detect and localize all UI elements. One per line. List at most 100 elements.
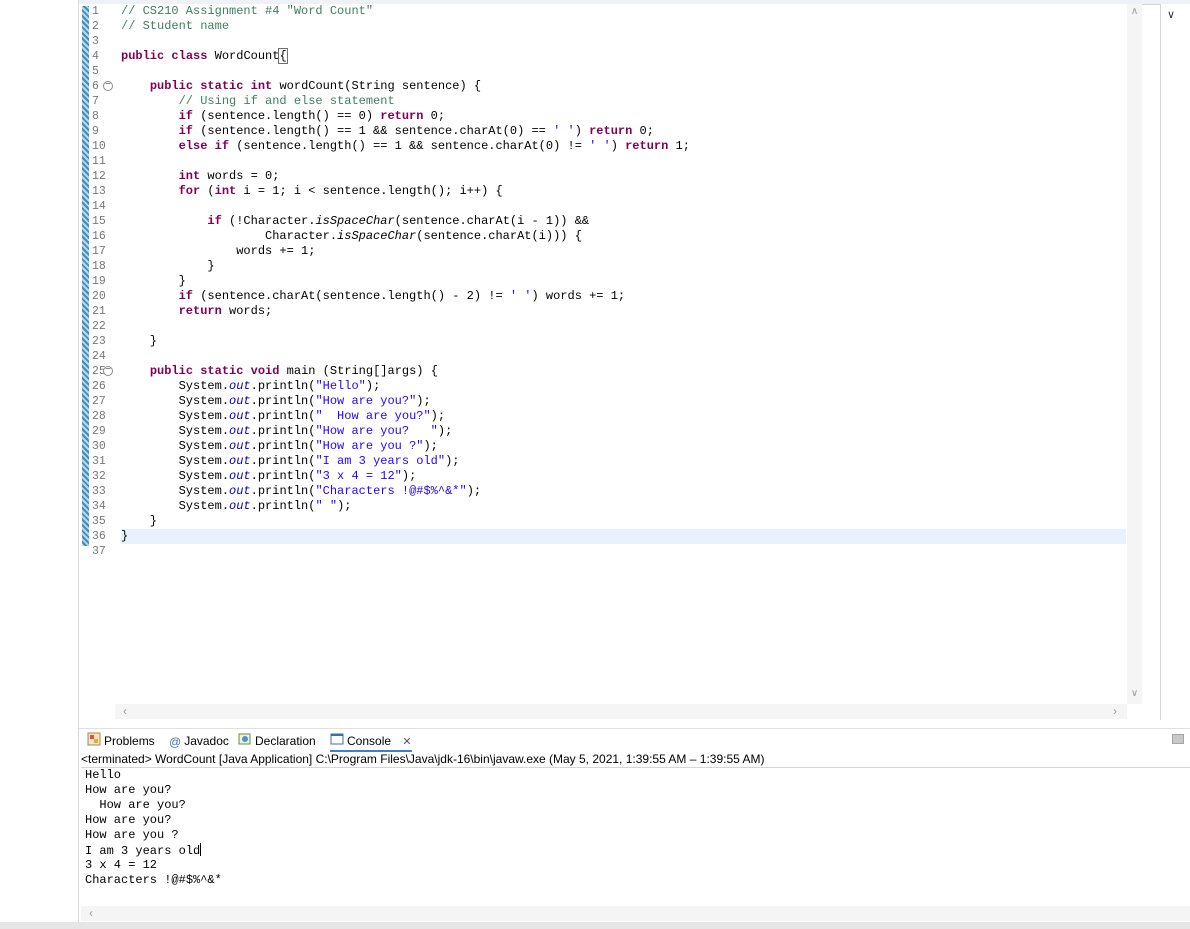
code-token: } [121, 259, 215, 273]
line-number: 15 [89, 214, 115, 229]
package-explorer-strip [0, 0, 79, 929]
line-number: 10 [89, 139, 115, 154]
code-line[interactable]: System.out.println(" "); [121, 499, 1126, 514]
code-token: System. [121, 439, 230, 453]
code-line[interactable]: int words = 0; [121, 169, 1126, 184]
line-number: 21 [89, 304, 115, 319]
line-number-text: 37 [92, 545, 106, 558]
line-number: 12 [89, 169, 115, 184]
code-line[interactable]: System.out.println("3 x 4 = 12"); [121, 469, 1126, 484]
console-horizontal-scrollbar[interactable]: ‹ [81, 906, 1190, 921]
code-line[interactable]: if (sentence.length() == 0) return 0; [121, 109, 1126, 124]
code-line[interactable]: } [121, 334, 1126, 349]
code-token: ); [445, 454, 460, 468]
line-number-text: 31 [92, 455, 106, 468]
code-line[interactable]: // Student name [121, 19, 1126, 34]
scroll-left-icon[interactable]: ‹ [123, 704, 127, 718]
tab-console[interactable]: Console ✕ [330, 732, 412, 752]
minimize-view-button[interactable] [1172, 734, 1184, 744]
line-number-text: 5 [92, 65, 99, 78]
line-number-text: 34 [92, 500, 106, 513]
line-number: 1 [89, 4, 115, 19]
code-line[interactable]: // Using if and else statement [121, 94, 1126, 109]
code-line[interactable] [121, 319, 1126, 334]
fold-collapse-icon[interactable]: − [103, 366, 113, 376]
code-line[interactable]: for (int i = 1; i < sentence.length(); i… [121, 184, 1126, 199]
code-line[interactable]: } [121, 259, 1126, 274]
code-line[interactable] [121, 349, 1126, 364]
editor-vertical-scrollbar[interactable]: ∧ ∨ [1127, 4, 1142, 704]
code-line[interactable]: words += 1; [121, 244, 1126, 259]
editor-horizontal-scrollbar[interactable]: ‹ › [115, 704, 1127, 719]
line-number: 27 [89, 394, 115, 409]
close-icon[interactable]: ✕ [402, 736, 411, 748]
code-token: .println( [250, 484, 316, 498]
line-number-text: 26 [92, 380, 106, 393]
code-line[interactable]: public static void main (String[]args) { [121, 364, 1126, 379]
code-line[interactable]: } [121, 274, 1126, 289]
code-line[interactable]: public static int wordCount(String sente… [121, 79, 1126, 94]
line-number-text: 17 [92, 245, 106, 258]
code-token: (sentence.charAt(sentence.length() - 2) … [193, 289, 510, 303]
code-line[interactable]: System.out.println(" How are you?"); [121, 409, 1126, 424]
code-line[interactable]: System.out.println("How are you?"); [121, 394, 1126, 409]
line-number-text: 33 [92, 485, 106, 498]
code-line[interactable] [121, 544, 1126, 559]
code-token: public [121, 49, 165, 63]
code-area[interactable]: // CS210 Assignment #4 "Word Count"// St… [121, 4, 1126, 559]
scroll-up-icon[interactable]: ∧ [1127, 6, 1142, 17]
code-line[interactable]: Character.isSpaceChar(sentence.charAt(i)… [121, 229, 1126, 244]
code-token: (sentence.length() == 1 && sentence.char… [193, 124, 554, 138]
code-token: System. [121, 469, 230, 483]
code-line[interactable]: // CS210 Assignment #4 "Word Count" [121, 4, 1126, 19]
tab-problems[interactable]: Problems [87, 732, 155, 750]
code-line[interactable]: System.out.println("Characters !@#$%^&*"… [121, 484, 1126, 499]
code-token: // Using if and else statement [178, 94, 395, 108]
line-number: 30 [89, 439, 115, 454]
code-line[interactable]: System.out.println("I am 3 years old"); [121, 454, 1126, 469]
code-line[interactable]: else if (sentence.length() == 1 && sente… [121, 139, 1126, 154]
code-line[interactable]: if (sentence.charAt(sentence.length() - … [121, 289, 1126, 304]
line-number: 35 [89, 514, 115, 529]
chevron-down-icon[interactable]: ∨ [1167, 8, 1175, 21]
scroll-right-icon[interactable]: › [1113, 704, 1117, 718]
tab-declaration[interactable]: Declaration [238, 732, 316, 750]
code-token: out [229, 379, 251, 393]
console-output[interactable]: Hello How are you? How are you? How are … [85, 768, 1185, 888]
code-token: "Characters !@#$%^&*" [315, 484, 467, 498]
code-token: isSpaceChar [315, 214, 395, 228]
scroll-left-icon[interactable]: ‹ [89, 906, 93, 920]
code-token: .println( [250, 394, 316, 408]
code-line[interactable]: return words; [121, 304, 1126, 319]
code-line[interactable] [121, 154, 1126, 169]
fold-collapse-icon[interactable]: − [103, 81, 113, 91]
line-number: 3 [89, 34, 115, 49]
code-token: out [229, 454, 251, 468]
code-line[interactable]: System.out.println("How are you? "); [121, 424, 1126, 439]
code-token: return [178, 304, 222, 318]
code-token: } [121, 514, 158, 528]
code-line[interactable]: System.out.println("Hello"); [121, 379, 1126, 394]
tab-javadoc[interactable]: @ Javadoc [169, 732, 229, 750]
code-line[interactable]: System.out.println("How are you ?"); [121, 439, 1126, 454]
code-line[interactable]: if (sentence.length() == 1 && sentence.c… [121, 124, 1126, 139]
scroll-down-icon[interactable]: ∨ [1127, 688, 1142, 699]
line-number: 25− [89, 364, 115, 379]
line-number-text: 20 [92, 290, 106, 303]
code-editor[interactable]: 1 2 3 4 5 6−7 8 9 10 11 12 13 14 15 16 17 18 19 20 21 22 23 24… [79, 4, 1142, 720]
line-number-text: 27 [92, 395, 106, 408]
code-line[interactable] [121, 34, 1126, 49]
code-token: ); [337, 499, 352, 513]
code-token: .println( [250, 379, 316, 393]
line-number: 33 [89, 484, 115, 499]
code-line[interactable] [121, 64, 1126, 79]
code-line[interactable]: } [121, 529, 1126, 544]
code-line[interactable]: public class WordCount{ [121, 48, 1126, 64]
line-number: 2 [89, 19, 115, 34]
code-line[interactable]: } [121, 514, 1126, 529]
code-line[interactable]: if (!Character.isSpaceChar(sentence.char… [121, 214, 1126, 229]
code-token: System. [121, 484, 230, 498]
code-line[interactable] [121, 199, 1126, 214]
